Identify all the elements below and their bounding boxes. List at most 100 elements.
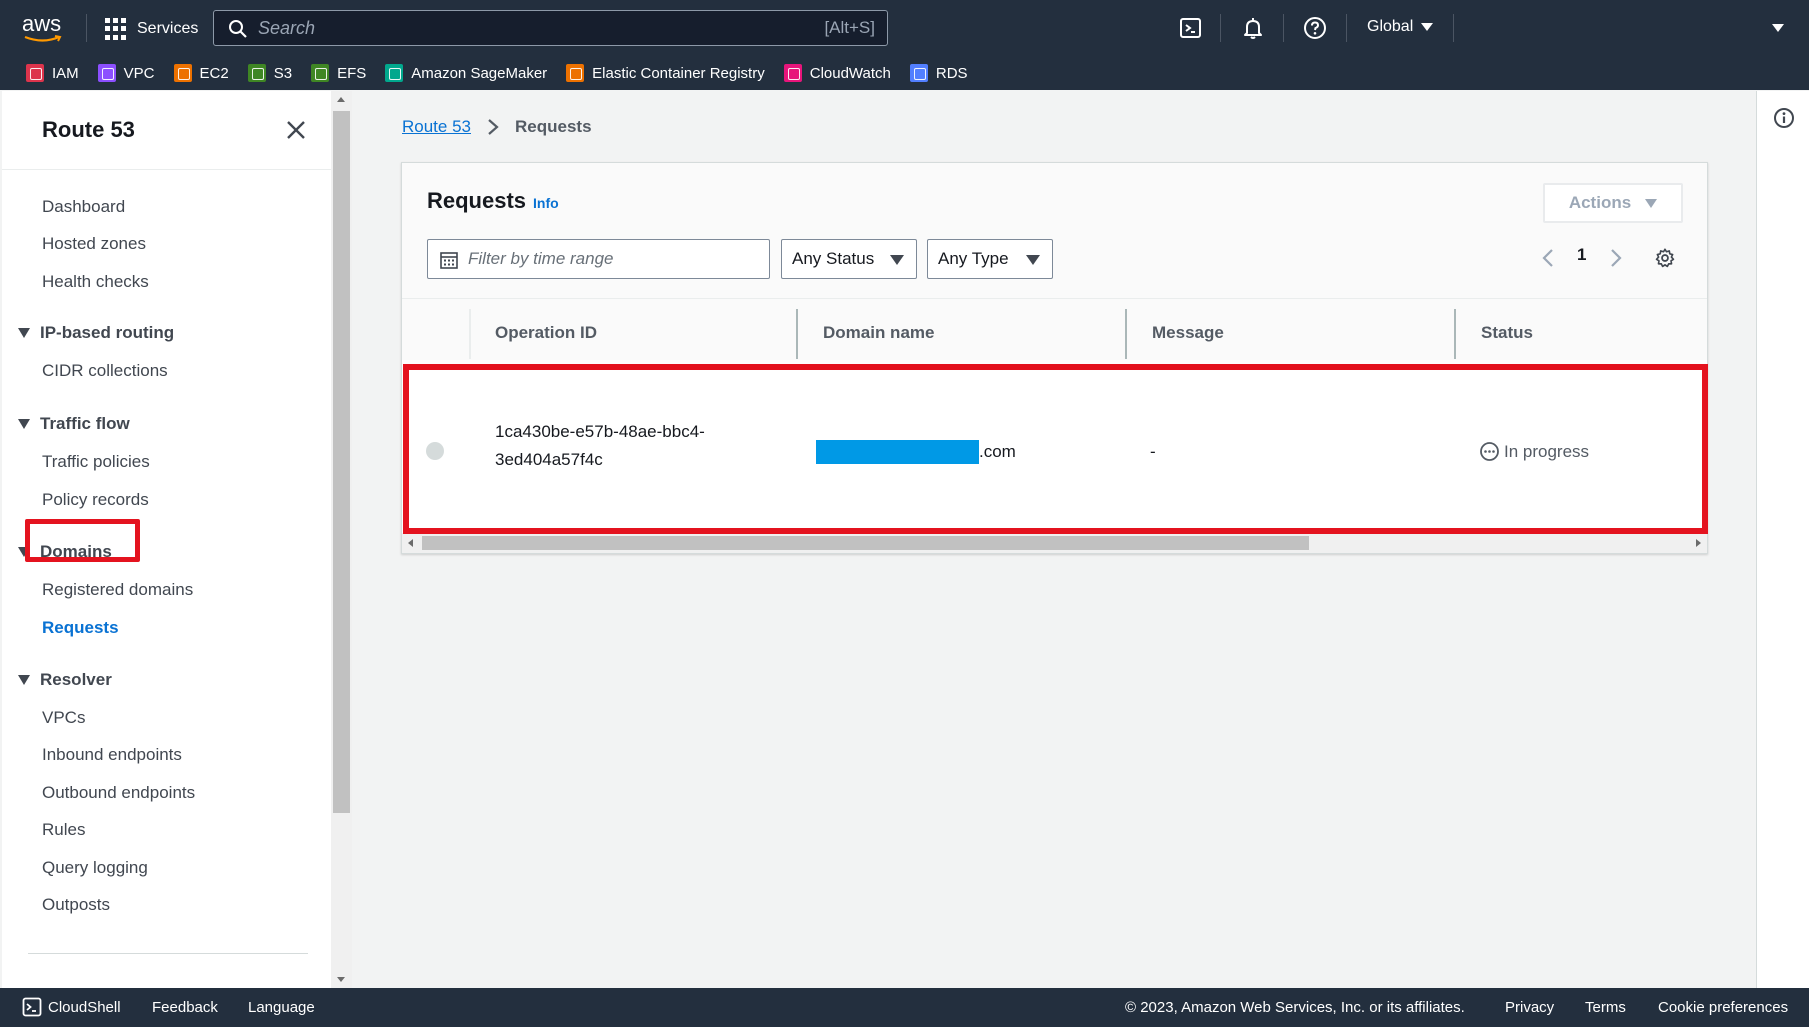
favorite-label: CloudWatch	[809, 64, 891, 82]
chevron-right-icon[interactable]	[1610, 248, 1622, 268]
type-select[interactable]: Any Type	[927, 239, 1053, 279]
sidebar-item-health-checks[interactable]: Health checks	[42, 272, 149, 292]
column-divider	[469, 309, 471, 359]
table-header: Operation ID Domain name Message Status	[402, 298, 1707, 360]
panel-title: Requests	[427, 188, 527, 213]
actions-button[interactable]: Actions	[1543, 183, 1683, 223]
column-divider[interactable]	[1454, 309, 1456, 359]
footer: CloudShell Feedback Language © 2023, Ama…	[0, 988, 1809, 1027]
sidebar-item-requests[interactable]: Requests	[42, 618, 119, 638]
favorite-vpc[interactable]: VPC	[97, 64, 155, 82]
sidebar-section-traffic-flow[interactable]: Traffic flow	[18, 414, 130, 434]
column-header-message[interactable]: Message	[1152, 323, 1224, 343]
search-shortcut-hint: [Alt+S]	[824, 18, 875, 37]
service-icon	[311, 64, 330, 82]
column-header-domain-name[interactable]: Domain name	[823, 323, 934, 343]
caret-down-icon	[1645, 198, 1658, 208]
sidebar-item-query-logging[interactable]: Query logging	[42, 858, 148, 878]
sidebar-item-dashboard[interactable]: Dashboard	[42, 197, 125, 217]
sidebar-item-hosted-zones[interactable]: Hosted zones	[42, 234, 146, 254]
favorite-label: S3	[273, 64, 293, 82]
help-icon[interactable]	[1303, 16, 1327, 40]
sidebar-section-resolver[interactable]: Resolver	[18, 670, 112, 690]
scrollbar-thumb[interactable]	[422, 536, 1309, 550]
service-icon	[783, 64, 802, 82]
favorite-amazon-sagemaker[interactable]: Amazon SageMaker	[385, 64, 547, 82]
column-divider[interactable]	[796, 309, 798, 359]
footer-feedback[interactable]: Feedback	[152, 999, 218, 1016]
favorite-s3[interactable]: S3	[247, 64, 293, 82]
page-number[interactable]: 1	[1577, 245, 1586, 265]
footer-privacy[interactable]: Privacy	[1505, 999, 1554, 1016]
search-box[interactable]: [Alt+S]	[213, 10, 888, 46]
sidebar-divider	[2, 169, 331, 170]
caret-down-icon	[18, 547, 30, 557]
footer-cloudshell[interactable]: CloudShell	[48, 999, 121, 1016]
scroll-down-icon[interactable]	[337, 977, 345, 982]
scrollbar-thumb[interactable]	[333, 111, 350, 813]
sidebar-section-label: Traffic flow	[40, 414, 130, 433]
status-select-value: Any Status	[792, 249, 875, 268]
time-range-filter[interactable]	[427, 239, 770, 279]
aws-logo[interactable]: aws	[22, 11, 66, 45]
nav-divider	[1220, 14, 1221, 42]
search-input[interactable]	[258, 16, 778, 40]
favorite-cloudwatch[interactable]: CloudWatch	[783, 64, 891, 82]
info-link[interactable]: Info	[533, 195, 559, 211]
sidebar-item-traffic-policies[interactable]: Traffic policies	[42, 452, 150, 472]
footer-cookie-preferences[interactable]: Cookie preferences	[1658, 999, 1788, 1016]
gear-icon[interactable]	[1654, 247, 1676, 269]
table-row[interactable]: 1ca430be-e57b-48ae-bbc4-3ed404a57f4c .co…	[402, 360, 1707, 533]
sidebar-item-vpcs[interactable]: VPCs	[42, 708, 85, 728]
scroll-right-icon[interactable]	[1696, 539, 1701, 547]
favorite-ec2[interactable]: EC2	[173, 64, 229, 82]
footer-terms[interactable]: Terms	[1585, 999, 1626, 1016]
favorites-bar: IAM VPC EC2 S3 EFS Amazon SageMaker Elastic Co…	[0, 56, 1809, 90]
scroll-up-icon[interactable]	[337, 97, 345, 102]
cloudshell-icon[interactable]	[22, 997, 42, 1017]
scroll-left-icon[interactable]	[408, 539, 413, 547]
services-menu-button[interactable]: Services	[105, 16, 198, 42]
sidebar-item-registered-domains[interactable]: Registered domains	[42, 580, 193, 600]
status-select[interactable]: Any Status	[781, 239, 917, 279]
favorite-iam[interactable]: IAM	[26, 64, 79, 82]
help-panel-rail	[1756, 91, 1809, 988]
sidebar-item-rules[interactable]: Rules	[42, 820, 85, 840]
chevron-right-icon	[488, 119, 499, 135]
message-cell: -	[1150, 442, 1156, 461]
column-header-status[interactable]: Status	[1481, 323, 1533, 343]
breadcrumb-route53-link[interactable]: Route 53	[402, 117, 471, 137]
column-header-operation-id[interactable]: Operation ID	[495, 323, 597, 343]
favorite-rds[interactable]: RDS	[909, 64, 968, 82]
side-navigation: Route 53 Dashboard Hosted zones Health c…	[2, 91, 332, 988]
close-icon[interactable]	[285, 119, 307, 141]
sidebar-item-cidr-collections[interactable]: CIDR collections	[42, 361, 168, 381]
column-divider[interactable]	[1125, 309, 1127, 359]
favorite-efs[interactable]: EFS	[311, 64, 366, 82]
favorite-label: RDS	[935, 64, 968, 82]
table-horizontal-scrollbar[interactable]	[402, 533, 1707, 553]
footer-language[interactable]: Language	[248, 999, 315, 1016]
service-icon	[566, 64, 585, 82]
cloudshell-icon[interactable]	[1179, 16, 1203, 40]
sidebar-item-outposts[interactable]: Outposts	[42, 895, 110, 915]
calendar-icon	[440, 252, 458, 269]
region-selector[interactable]: Global	[1367, 18, 1434, 36]
favorite-elastic-container-registry[interactable]: Elastic Container Registry	[566, 64, 765, 82]
sidebar-item-policy-records[interactable]: Policy records	[42, 490, 149, 510]
sidebar-section-domains[interactable]: Domains	[18, 542, 112, 562]
account-menu-caret-icon[interactable]	[1772, 24, 1784, 32]
sidebar-item-inbound-endpoints[interactable]: Inbound endpoints	[42, 745, 182, 765]
time-range-input[interactable]	[468, 247, 758, 271]
service-icon	[385, 64, 404, 82]
sidebar-scrollbar[interactable]	[331, 91, 352, 988]
info-icon[interactable]	[1773, 107, 1795, 129]
chevron-left-icon[interactable]	[1542, 248, 1554, 268]
type-select-value: Any Type	[938, 249, 1009, 268]
caret-down-icon	[890, 255, 904, 265]
sidebar-title[interactable]: Route 53	[42, 117, 135, 143]
row-select-radio[interactable]	[426, 442, 444, 460]
sidebar-section-ip-routing[interactable]: IP-based routing	[18, 323, 174, 343]
sidebar-item-outbound-endpoints[interactable]: Outbound endpoints	[42, 783, 195, 803]
bell-icon[interactable]	[1241, 16, 1265, 40]
